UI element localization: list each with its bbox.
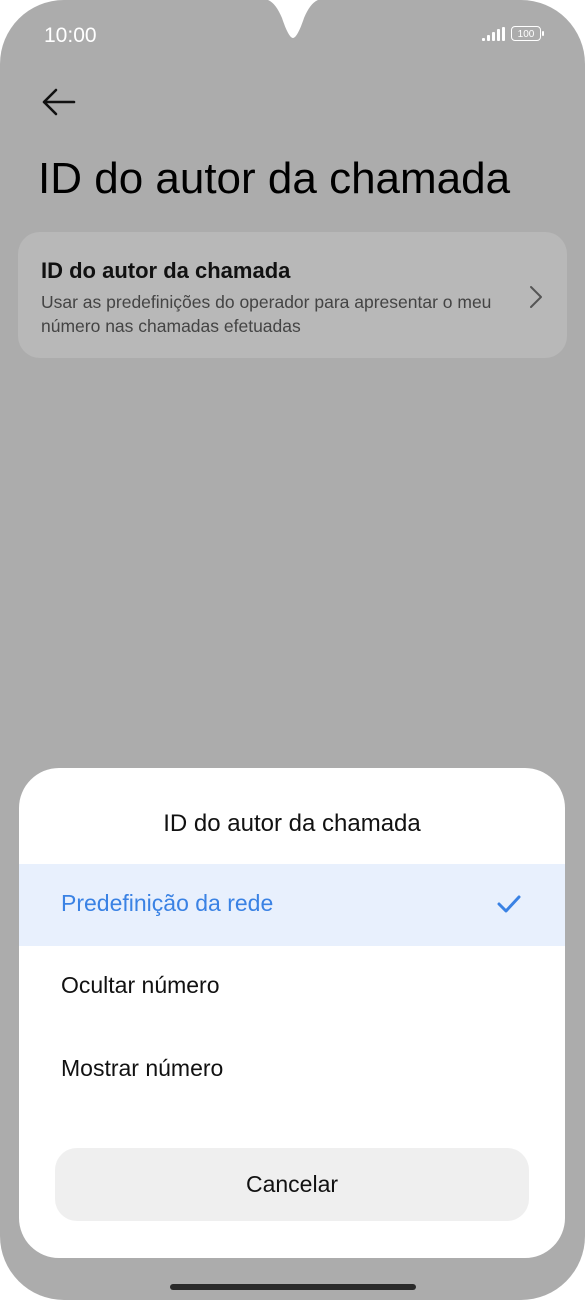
home-indicator[interactable] — [170, 1284, 416, 1290]
status-icons: 100 — [482, 26, 544, 41]
setting-title: ID do autor da chamada — [41, 258, 291, 283]
option-hide-number[interactable]: Ocultar número — [19, 946, 565, 1028]
chevron-right-icon — [530, 286, 542, 308]
battery-icon: 100 — [511, 26, 544, 41]
cancel-button[interactable]: Cancelar — [55, 1148, 529, 1221]
checkmark-icon — [497, 895, 521, 913]
battery-level: 100 — [517, 29, 535, 40]
setting-description: Usar as predefinições do operador para a… — [41, 292, 492, 336]
arrow-left-icon[interactable] — [36, 84, 80, 120]
signal-icon — [482, 26, 505, 41]
caller-id-dialog: ID do autor da chamada Predefinição da r… — [19, 768, 565, 1258]
dialog-title: ID do autor da chamada — [163, 810, 421, 837]
caller-id-setting[interactable]: ID do autor da chamada Usar as predefini… — [18, 232, 567, 358]
camera-notch — [267, 0, 319, 38]
option-label: Ocultar número — [61, 972, 220, 998]
page-title: ID do autor da chamada — [38, 154, 511, 203]
status-time: 10:00 — [44, 24, 97, 47]
option-network-default[interactable]: Predefinição da rede — [19, 864, 565, 946]
phone-screen: 10:00 100 ID do autor da chamada ID do a… — [0, 0, 585, 1300]
option-show-number[interactable]: Mostrar número — [19, 1029, 565, 1111]
option-label: Mostrar número — [61, 1055, 224, 1081]
option-label: Predefinição da rede — [61, 890, 274, 916]
